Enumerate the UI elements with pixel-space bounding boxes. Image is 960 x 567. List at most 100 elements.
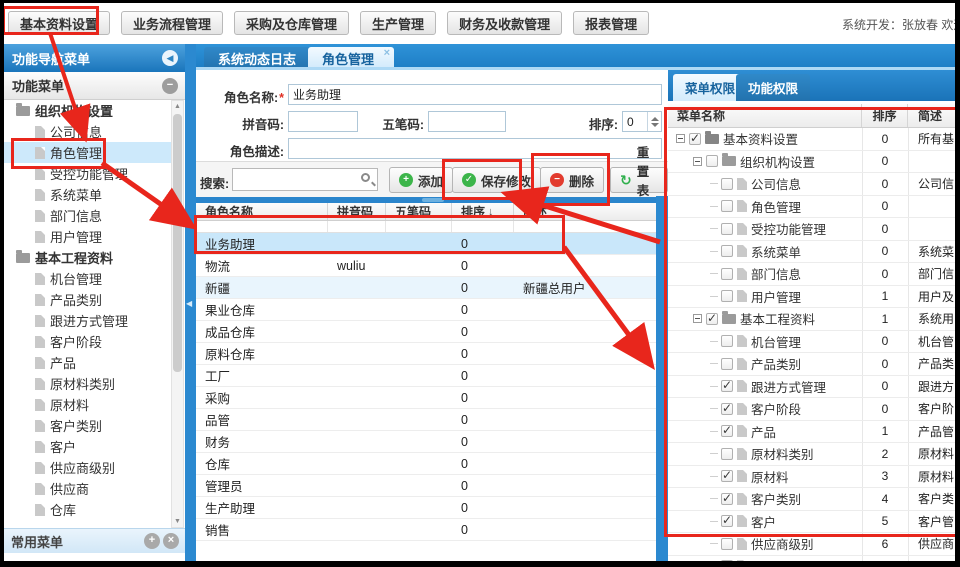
permission-tree-row[interactable]: 原材料3原材料 <box>668 466 955 489</box>
sidebar-tree-item[interactable]: 组织机构设置 <box>4 100 171 121</box>
permission-checkbox[interactable] <box>721 200 733 212</box>
permission-checkbox[interactable] <box>721 493 733 505</box>
sidebar-tree-item[interactable]: 公司信息 <box>4 121 171 142</box>
sidebar-tree-item[interactable]: 客户阶段 <box>4 331 171 352</box>
table-row[interactable]: 生产助理0 <box>196 497 656 519</box>
table-row[interactable]: 销售0 <box>196 519 656 541</box>
top-nav-item[interactable]: 采购及仓库管理 <box>234 11 349 35</box>
sidebar-tree-item[interactable]: 角色管理 <box>4 142 171 163</box>
permission-tree-row[interactable]: 用户管理1用户及 <box>668 286 955 309</box>
permission-tree-row[interactable]: 产品1产品管 <box>668 421 955 444</box>
pinyin-input[interactable] <box>288 111 358 132</box>
table-row[interactable]: 采购0 <box>196 387 656 409</box>
sort-spinner[interactable] <box>647 112 661 131</box>
sidebar-tree-item[interactable]: 仓库 <box>4 499 171 520</box>
spin-up-icon[interactable] <box>651 117 659 121</box>
sidebar-tree-item[interactable]: 原材料类别 <box>4 373 171 394</box>
permission-checkbox[interactable] <box>706 155 718 167</box>
permission-tree-row[interactable]: 跟进方式管理0跟进方 <box>668 376 955 399</box>
reset-form-button[interactable]: ↻ 重置表单 <box>610 167 668 193</box>
permission-tree-row[interactable]: 受控功能管理0 <box>668 218 955 241</box>
permission-checkbox[interactable] <box>721 515 733 527</box>
search-icon[interactable] <box>361 173 370 182</box>
wubi-input[interactable] <box>428 111 506 132</box>
table-row[interactable]: 财务0 <box>196 431 656 453</box>
permission-tree-row[interactable]: 产品类别0产品类 <box>668 353 955 376</box>
add-button[interactable]: + 添加 <box>389 167 453 193</box>
permission-tree-row[interactable]: 客户阶段0客户阶 <box>668 398 955 421</box>
sidebar-tree-item[interactable]: 产品 <box>4 352 171 373</box>
sidebar-tree-item[interactable]: 原材料 <box>4 394 171 415</box>
permission-tree-row[interactable]: 基本资料设置0所有基 <box>668 128 955 151</box>
permission-checkbox[interactable] <box>721 358 733 370</box>
column-header[interactable]: 简述 <box>514 203 656 220</box>
add-circle-icon[interactable]: + <box>144 533 160 549</box>
sidebar-splitter[interactable]: ◀ <box>185 44 196 561</box>
permission-tree-row[interactable]: 组织机构设置0 <box>668 151 955 174</box>
right-panel-splitter[interactable] <box>656 196 668 561</box>
sidebar-tree-item[interactable]: 基本工程资料 <box>4 247 171 268</box>
role-desc-input[interactable] <box>288 138 662 159</box>
scrollbar-thumb[interactable] <box>173 114 182 372</box>
sidebar-tree-item[interactable]: 用户管理 <box>4 226 171 247</box>
permission-checkbox[interactable] <box>706 313 718 325</box>
table-row[interactable]: 管理员0 <box>196 475 656 497</box>
permission-checkbox[interactable] <box>721 470 733 482</box>
top-nav-item[interactable]: 基本资料设置 <box>8 11 110 35</box>
role-table-filter-row[interactable] <box>196 221 656 233</box>
sidebar-tree-item[interactable]: 供应商级别 <box>4 457 171 478</box>
column-header[interactable]: 排序↓ <box>452 203 514 220</box>
permission-checkbox[interactable] <box>721 380 733 392</box>
tab-function-permissions[interactable]: 功能权限 <box>736 74 810 101</box>
sidebar-tree-item[interactable]: 客户类别 <box>4 415 171 436</box>
role-name-input[interactable] <box>288 84 662 105</box>
sidebar-tree-item[interactable]: 机台管理 <box>4 268 171 289</box>
permission-checkbox[interactable] <box>689 133 701 145</box>
permission-checkbox[interactable] <box>721 245 733 257</box>
table-row[interactable]: 工厂0 <box>196 365 656 387</box>
sidebar-tree-item[interactable]: 受控功能管理 <box>4 163 171 184</box>
expand-toggle-icon[interactable] <box>693 157 702 166</box>
table-row[interactable]: 仓库0 <box>196 453 656 475</box>
column-header[interactable]: 拼音码 <box>328 203 386 220</box>
permission-tree-row[interactable]: 系统菜单0系统菜 <box>668 241 955 264</box>
permission-tree-row[interactable]: 客户类别4客户类 <box>668 488 955 511</box>
permission-tree-row[interactable]: 机台管理0机台管 <box>668 331 955 354</box>
top-nav-item[interactable]: 报表管理 <box>573 11 649 35</box>
table-row[interactable]: 品管0 <box>196 409 656 431</box>
splitter-collapse-icon[interactable]: ◀ <box>186 299 192 308</box>
permission-checkbox[interactable] <box>721 403 733 415</box>
column-header[interactable]: 角色名称 <box>196 203 328 220</box>
permission-checkbox[interactable] <box>721 335 733 347</box>
permission-tree-row[interactable]: 原材料类别2原材料 <box>668 443 955 466</box>
expand-toggle-icon[interactable] <box>676 134 685 143</box>
sidebar-tree-item[interactable]: 产品类别 <box>4 289 171 310</box>
scroll-down-icon[interactable]: ▼ <box>172 518 183 525</box>
permission-checkbox[interactable] <box>721 268 733 280</box>
permission-tree-row[interactable]: 基本工程资料1系统用 <box>668 308 955 331</box>
top-nav-item[interactable]: 业务流程管理 <box>121 11 223 35</box>
expand-toggle-icon[interactable] <box>693 314 702 323</box>
permission-checkbox[interactable] <box>721 448 733 460</box>
permission-checkbox[interactable] <box>721 223 733 235</box>
sidebar-tree-item[interactable]: 供应商 <box>4 478 171 499</box>
permission-checkbox[interactable] <box>721 538 733 550</box>
spin-down-icon[interactable] <box>651 123 659 127</box>
top-nav-item[interactable]: 生产管理 <box>360 11 436 35</box>
permission-checkbox[interactable] <box>721 290 733 302</box>
table-row[interactable]: 业务助理0 <box>196 233 656 255</box>
top-nav-item[interactable]: 财务及收款管理 <box>447 11 562 35</box>
sidebar-scrollbar[interactable]: ▲ ▼ <box>171 100 184 528</box>
sidebar-tree-item[interactable]: 客户 <box>4 436 171 457</box>
permission-tree-row[interactable]: 供应商级别6供应商 <box>668 533 955 556</box>
delete-button[interactable]: − 删除 <box>540 167 604 193</box>
close-circle-icon[interactable]: × <box>163 533 179 549</box>
table-row[interactable]: 原料仓库0 <box>196 343 656 365</box>
table-row[interactable]: 新疆0新疆总用户 <box>196 277 656 299</box>
permission-tree-row[interactable]: 客户5客户管 <box>668 511 955 534</box>
table-row[interactable]: 物流wuliu0 <box>196 255 656 277</box>
search-input[interactable] <box>232 168 378 191</box>
permission-tree-row[interactable]: 公司信息0公司信 <box>668 173 955 196</box>
permission-tree-row[interactable]: 部门信息0部门信 <box>668 263 955 286</box>
table-row[interactable]: 成品仓库0 <box>196 321 656 343</box>
